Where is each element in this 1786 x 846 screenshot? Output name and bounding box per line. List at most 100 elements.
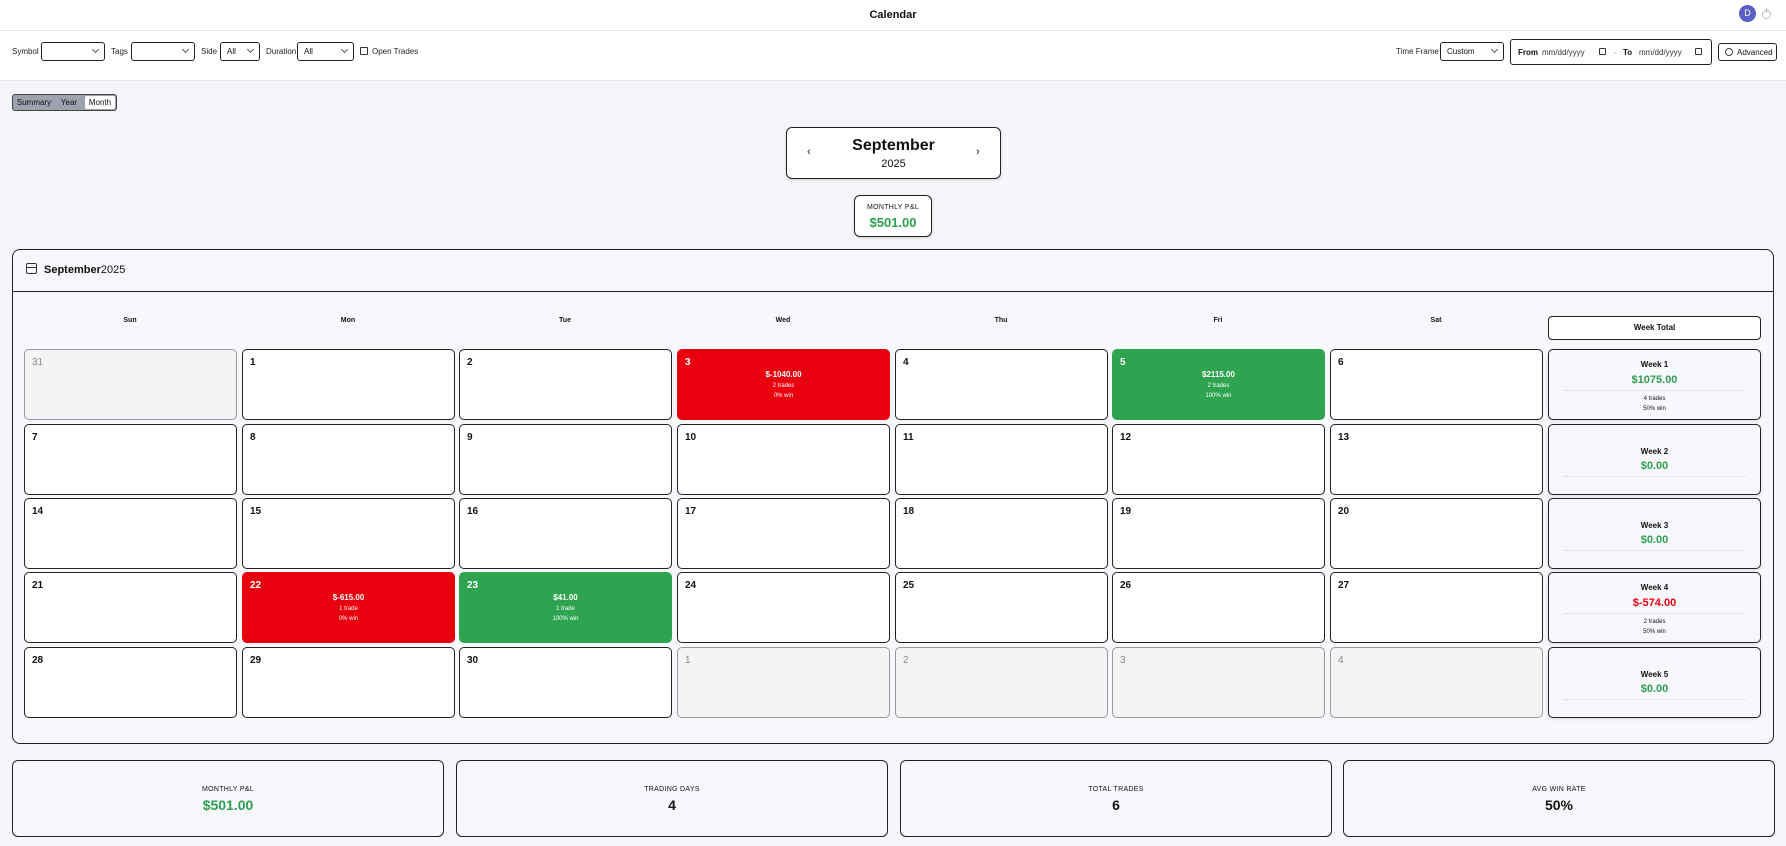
week-total-label: Week 5 xyxy=(1640,670,1669,679)
day-number: 30 xyxy=(467,655,479,666)
stat-card: TOTAL TRADES 6 xyxy=(900,760,1332,837)
day-number: 8 xyxy=(250,432,256,443)
day-number: 17 xyxy=(685,506,697,517)
side-select-value: All xyxy=(227,47,236,56)
day-cell[interactable]: 12 xyxy=(1112,424,1325,495)
day-cell[interactable]: 23 $41.00 1 trade 100% win xyxy=(459,572,672,643)
day-cell[interactable]: 15 xyxy=(242,498,455,569)
duration-select[interactable]: All xyxy=(297,42,354,61)
day-cell[interactable]: 2 xyxy=(895,647,1108,718)
day-cell[interactable]: 27 xyxy=(1330,572,1543,643)
day-number: 23 xyxy=(467,580,479,591)
day-number: 7 xyxy=(32,432,38,443)
chevron-down-icon xyxy=(91,45,100,54)
day-cell[interactable]: 4 xyxy=(895,349,1108,420)
week-total-trades: 2 trades xyxy=(1643,619,1666,625)
week-total-value: $0.00 xyxy=(1640,683,1669,695)
week-total-cell: Week 2 $0.00 xyxy=(1548,424,1761,495)
from-label: From xyxy=(1518,48,1538,57)
day-cell[interactable]: 24 xyxy=(677,572,890,643)
next-month-button[interactable]: › xyxy=(976,146,980,158)
calendar-icon[interactable] xyxy=(1599,48,1606,55)
power-icon[interactable] xyxy=(1762,8,1771,19)
calendar-header-month: September xyxy=(44,264,101,276)
timeframe-select[interactable]: Custom xyxy=(1440,42,1504,61)
day-cell[interactable]: 26 xyxy=(1112,572,1325,643)
day-cell[interactable]: 11 xyxy=(895,424,1108,495)
day-cell[interactable]: 3 xyxy=(1112,647,1325,718)
day-pnl: $-1040.00 xyxy=(765,370,802,379)
stat-card: AVG WIN RATE 50% xyxy=(1343,760,1775,837)
day-cell[interactable]: 17 xyxy=(677,498,890,569)
tags-select[interactable] xyxy=(131,42,195,61)
day-win-rate: 100% win xyxy=(552,616,579,622)
day-cell[interactable]: 7 xyxy=(24,424,237,495)
day-number: 26 xyxy=(1120,580,1132,591)
day-pnl: $-615.00 xyxy=(332,593,365,602)
to-date-input[interactable]: mm/dd/yyyy xyxy=(1639,48,1682,58)
day-number: 10 xyxy=(685,432,697,443)
day-cell[interactable]: 20 xyxy=(1330,498,1543,569)
view-month-button[interactable]: Month xyxy=(85,96,115,109)
range-separator: - xyxy=(1614,48,1617,57)
day-cell[interactable]: 13 xyxy=(1330,424,1543,495)
day-cell[interactable]: 19 xyxy=(1112,498,1325,569)
day-trades: 1 trade xyxy=(339,606,358,612)
side-label: Side xyxy=(201,47,218,56)
day-number: 4 xyxy=(903,357,909,368)
day-cell[interactable]: 22 $-615.00 1 trade 0% win xyxy=(242,572,455,643)
symbol-select[interactable] xyxy=(41,42,105,61)
day-cell[interactable]: 31 xyxy=(24,349,237,420)
day-cell[interactable]: 21 xyxy=(24,572,237,643)
week-total-divider xyxy=(1563,613,1746,614)
from-date-input[interactable]: mm/dd/yyyy xyxy=(1542,48,1585,58)
day-number: 2 xyxy=(903,655,909,666)
day-cell[interactable]: 8 xyxy=(242,424,455,495)
open-trades-checkbox[interactable] xyxy=(360,47,368,55)
weekday-header: Mon xyxy=(340,317,356,324)
date-range: From mm/dd/yyyy - To mm/dd/yyyy xyxy=(1510,39,1712,65)
side-select[interactable]: All xyxy=(220,42,260,61)
stat-value: 4 xyxy=(668,797,676,813)
day-cell[interactable]: 28 xyxy=(24,647,237,718)
day-trades: 2 trades xyxy=(1207,383,1230,389)
stat-label: MONTHLY P&L xyxy=(201,786,255,793)
view-year-button[interactable]: Year xyxy=(55,96,83,109)
day-number: 18 xyxy=(903,506,915,517)
day-cell[interactable]: 6 xyxy=(1330,349,1543,420)
stat-value: 6 xyxy=(1112,797,1120,813)
view-summary-button[interactable]: Summary xyxy=(15,96,53,109)
week-total-label: Week 4 xyxy=(1640,583,1669,592)
day-cell[interactable]: 3 $-1040.00 2 trades 0% win xyxy=(677,349,890,420)
stat-value: $501.00 xyxy=(202,797,254,813)
day-cell[interactable]: 16 xyxy=(459,498,672,569)
day-cell[interactable]: 10 xyxy=(677,424,890,495)
day-cell[interactable]: 14 xyxy=(24,498,237,569)
day-cell[interactable]: 25 xyxy=(895,572,1108,643)
day-win-rate: 0% win xyxy=(338,616,359,622)
day-cell[interactable]: 18 xyxy=(895,498,1108,569)
chevron-down-icon xyxy=(181,45,190,54)
open-trades-label: Open Trades xyxy=(372,47,419,56)
avatar[interactable]: D xyxy=(1739,5,1756,22)
day-cell[interactable]: 5 $2115.00 2 trades 100% win xyxy=(1112,349,1325,420)
day-cell[interactable]: 1 xyxy=(677,647,890,718)
day-number: 3 xyxy=(685,357,691,368)
day-cell[interactable]: 1 xyxy=(242,349,455,420)
chevron-down-icon xyxy=(340,45,349,54)
day-cell[interactable]: 9 xyxy=(459,424,672,495)
day-cell[interactable]: 30 xyxy=(459,647,672,718)
weekday-header: Sun xyxy=(123,317,137,324)
day-number: 25 xyxy=(903,580,915,591)
week-total-value: $1075.00 xyxy=(1631,374,1678,386)
day-number: 29 xyxy=(250,655,262,666)
advanced-button[interactable]: Advanced xyxy=(1718,43,1777,61)
chevron-down-icon xyxy=(246,45,255,54)
day-cell[interactable]: 2 xyxy=(459,349,672,420)
day-cell[interactable]: 29 xyxy=(242,647,455,718)
week-total-value: $0.00 xyxy=(1640,460,1669,472)
weekday-header: Tue xyxy=(559,317,571,324)
calendar-icon[interactable] xyxy=(1695,48,1702,55)
day-number: 5 xyxy=(1120,357,1126,368)
day-cell[interactable]: 4 xyxy=(1330,647,1543,718)
